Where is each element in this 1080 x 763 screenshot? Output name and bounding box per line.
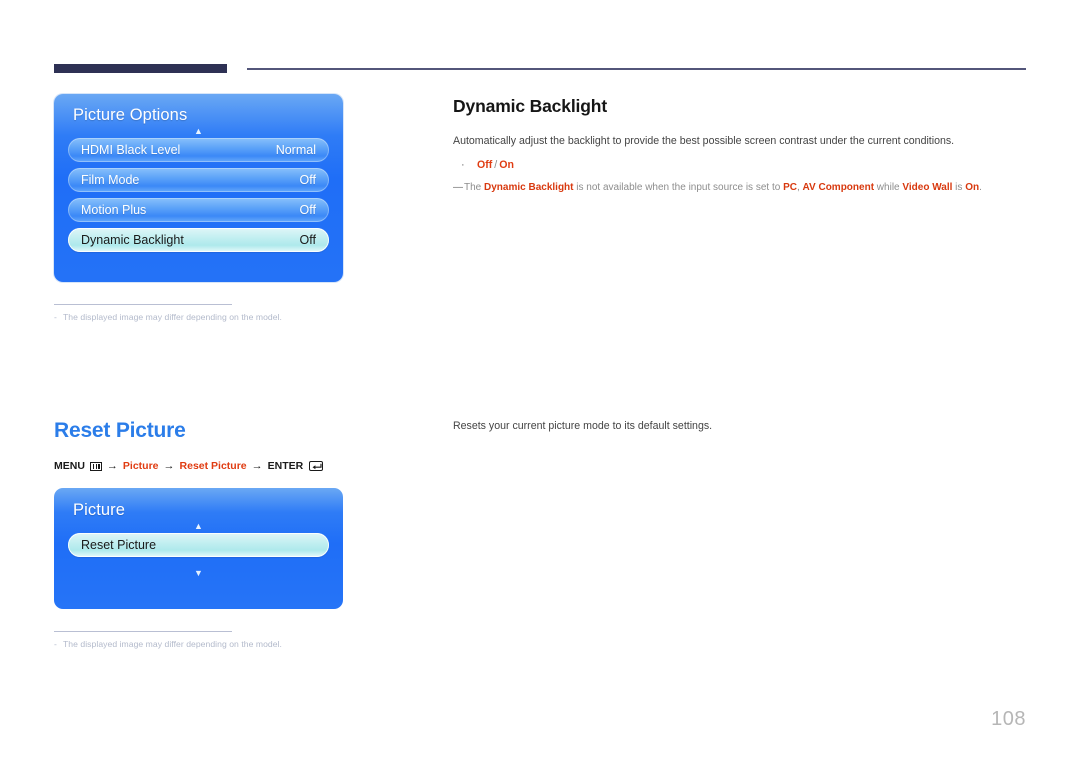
osd-panel-title: Picture Options — [73, 106, 188, 124]
note-part-6: . — [979, 181, 982, 193]
right-column-dynamic-backlight: Dynamic Backlight Automatically adjust t… — [453, 96, 1028, 195]
section-note: — The Dynamic Backlight is not available… — [453, 180, 1028, 195]
options-bullet-line: · Off / On — [453, 159, 1028, 171]
note-part-5: is — [952, 181, 966, 193]
scroll-up-arrow-icon[interactable]: ▲ — [54, 127, 343, 138]
bullet-marker-icon: · — [461, 158, 465, 171]
osd-row-value: Off — [299, 173, 316, 187]
menu-bars-icon — [89, 461, 102, 471]
footnote-line: - The displayed image may differ dependin… — [54, 312, 300, 322]
left-column: Picture Options ▲ HDMI Black Level Norma… — [54, 94, 404, 322]
osd-row-reset-picture[interactable]: Reset Picture — [68, 533, 329, 557]
osd-row-label: Reset Picture — [81, 538, 157, 552]
menu-path-arrow-3: → — [251, 460, 263, 472]
osd-panel-title: Picture — [73, 501, 126, 519]
footnote-divider — [54, 631, 232, 632]
osd-row-value: Normal — [275, 143, 316, 157]
osd-row-label: Dynamic Backlight — [81, 233, 184, 247]
menu-path-step-picture: Picture — [122, 460, 159, 472]
option-on: On — [499, 158, 514, 171]
section-heading-dynamic-backlight: Dynamic Backlight — [453, 96, 608, 116]
menu-path-step-reset-picture: Reset Picture — [179, 460, 247, 472]
osd-row-motion-plus[interactable]: Motion Plus Off — [68, 198, 329, 222]
option-off: Off — [477, 158, 493, 171]
note-text: The Dynamic Backlight is not available w… — [464, 180, 982, 195]
osd-row-hdmi-black-level[interactable]: HDMI Black Level Normal — [68, 138, 329, 162]
menu-path-arrow-2: → — [163, 460, 175, 472]
osd-row-label: Motion Plus — [81, 203, 147, 217]
menu-path-enter-label: ENTER — [267, 460, 304, 472]
osd-row-list: Reset Picture — [54, 533, 343, 557]
footnote-dash: - — [54, 312, 57, 322]
enter-key-icon — [309, 461, 324, 471]
footnote-divider — [54, 304, 232, 305]
section-description: Automatically adjust the backlight to pr… — [453, 135, 955, 147]
section-description: Resets your current picture mode to its … — [453, 420, 713, 432]
osd-row-value: Off — [299, 233, 316, 247]
menu-path-arrow-1: → — [106, 460, 118, 472]
osd-row-dynamic-backlight[interactable]: Dynamic Backlight Off — [68, 228, 329, 252]
note-bold-av-component: AV Component — [802, 181, 875, 193]
reset-picture-block: Reset Picture MENU → Picture → Reset Pic… — [54, 419, 404, 649]
footnote-text: The displayed image may differ depending… — [63, 312, 282, 322]
page-number: 108 — [991, 708, 1026, 730]
note-part-4: while — [874, 181, 903, 193]
footnote-1: - The displayed image may differ dependin… — [54, 304, 300, 322]
scroll-up-arrow-icon[interactable]: ▲ — [54, 522, 343, 533]
scroll-down-arrow-icon[interactable]: ▼ — [54, 563, 343, 587]
note-dash-icon: — — [453, 181, 463, 193]
footnote-dash: - — [54, 639, 57, 649]
note-bold-dynamic-backlight: Dynamic Backlight — [484, 181, 574, 193]
note-bold-on: On — [965, 181, 980, 193]
right-column-reset-picture: Resets your current picture mode to its … — [453, 419, 1028, 435]
osd-row-label: Film Mode — [81, 173, 140, 187]
footnote-line: - The displayed image may differ dependin… — [54, 639, 300, 649]
menu-path-menu-label: MENU — [54, 460, 85, 472]
footnote-text: The displayed image may differ depending… — [63, 639, 282, 649]
osd-panel-picture-options: Picture Options ▲ HDMI Black Level Norma… — [54, 94, 343, 282]
footnote-2: - The displayed image may differ dependin… — [54, 631, 300, 649]
header-rule-thin — [247, 68, 1026, 70]
note-bold-video-wall: Video Wall — [902, 181, 953, 193]
header-rule — [54, 64, 1026, 76]
osd-panel-picture: Picture ▲ Reset Picture ▼ — [54, 488, 343, 609]
header-rule-thick — [54, 64, 227, 73]
osd-row-film-mode[interactable]: Film Mode Off — [68, 168, 329, 192]
section-heading-reset-picture: Reset Picture — [54, 419, 186, 442]
note-bold-pc: PC — [783, 181, 797, 193]
osd-row-label: HDMI Black Level — [81, 143, 181, 157]
note-part-1: The — [464, 181, 485, 193]
osd-row-list: HDMI Black Level Normal Film Mode Off Mo… — [54, 138, 343, 252]
osd-panel-bottom-pad — [54, 587, 343, 609]
menu-path-breadcrumb: MENU → Picture → Reset Picture → ENTER — [54, 460, 404, 472]
osd-row-value: Off — [299, 203, 316, 217]
note-part-2: is not available when the input source i… — [573, 181, 784, 193]
osd-panel-bottom-pad — [54, 258, 343, 282]
